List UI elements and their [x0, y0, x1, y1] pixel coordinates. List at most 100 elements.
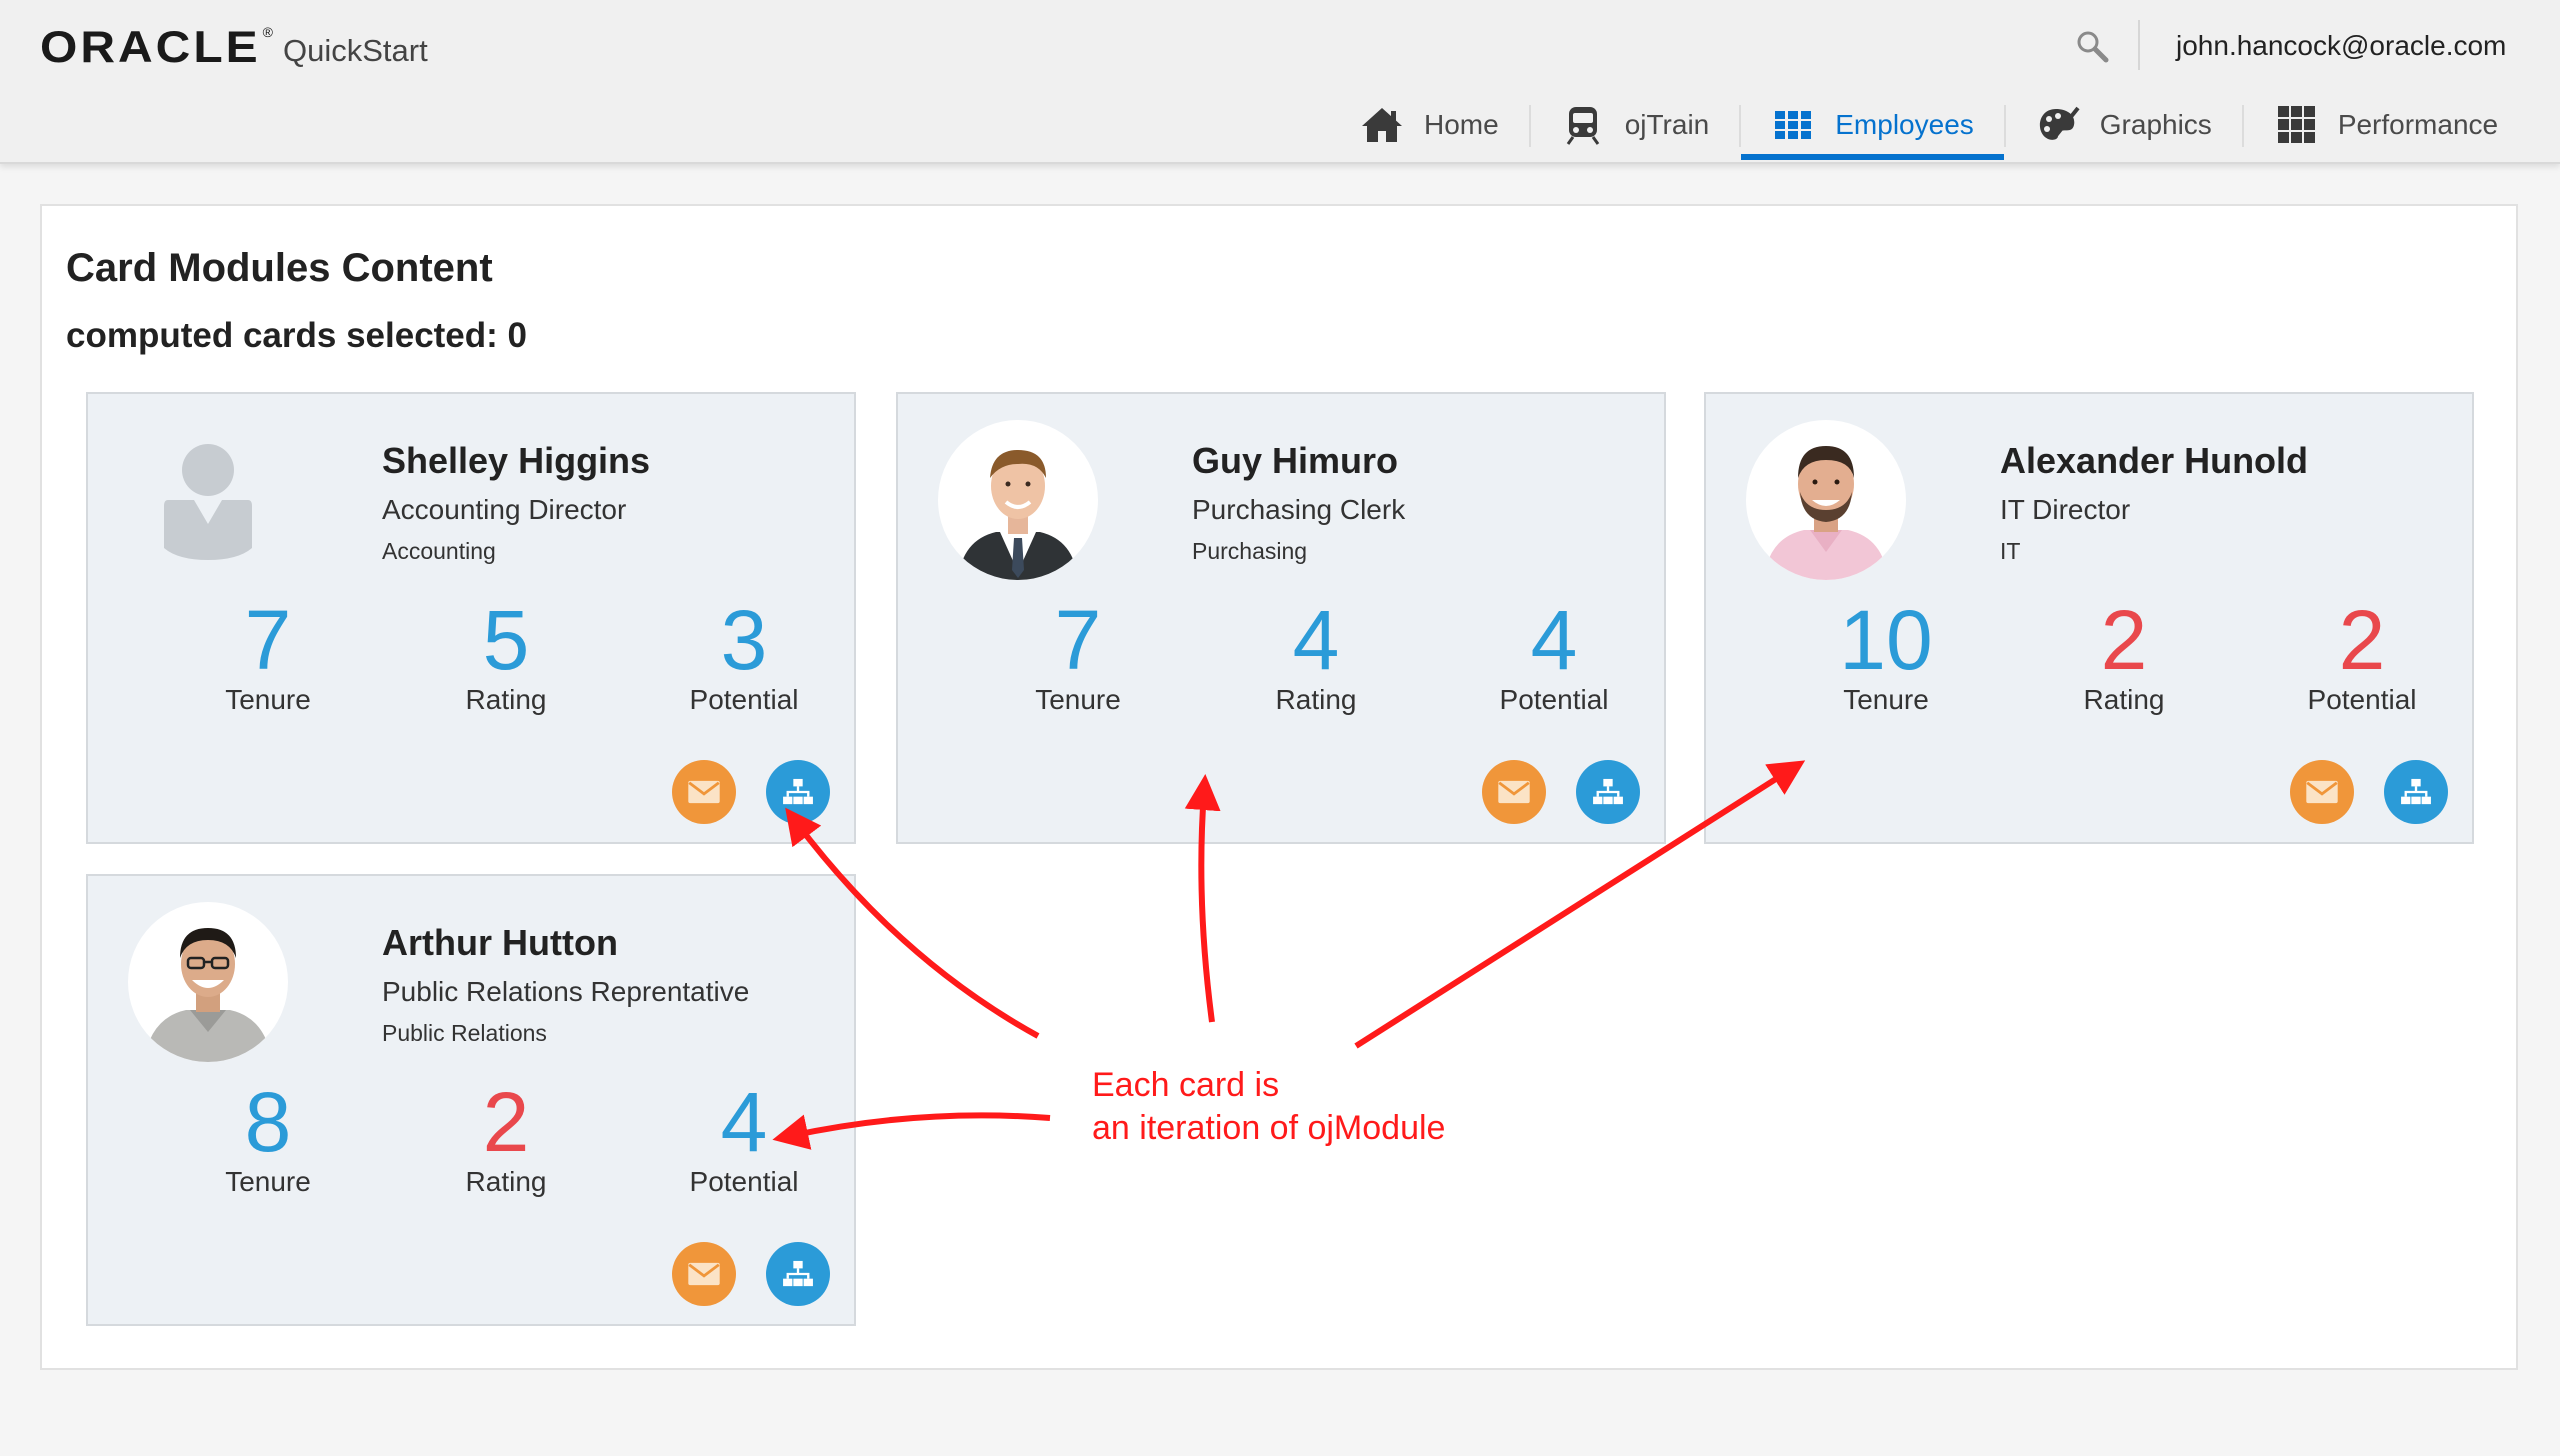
- metric-potential: 4 Potential: [1454, 594, 1654, 716]
- annotation-line-2: an iteration of ojModule: [1092, 1109, 1446, 1147]
- metric-value: 10: [1839, 593, 1933, 687]
- nav-ojtrain[interactable]: ojTrain: [1531, 96, 1740, 154]
- metric-value: 4: [1292, 593, 1340, 687]
- mail-icon: [1498, 780, 1530, 804]
- employee-photo: [128, 902, 288, 1062]
- org-chart-icon: [1593, 778, 1623, 805]
- employee-name: Guy Himuro: [1192, 440, 1399, 481]
- metric-potential: 3 Potential: [644, 594, 844, 716]
- annotation-note: Each card is an iteration of ojModule: [1092, 1064, 1445, 1150]
- metric-potential: 4 Potential: [644, 1076, 844, 1198]
- metric-potential: 2 Potential: [2262, 594, 2462, 716]
- mail-icon: [2306, 780, 2338, 804]
- mail-icon: [688, 780, 720, 804]
- nav-graphics-label: Graphics: [2099, 109, 2212, 140]
- employee-department: Public Relations: [382, 1020, 547, 1046]
- metric-tenure: 10 Tenure: [1786, 594, 1986, 716]
- search-icon[interactable]: [2074, 28, 2110, 64]
- metric-value: 2: [2100, 593, 2148, 687]
- metric-label: Rating: [2083, 684, 2165, 715]
- employee-name: Shelley Higgins: [382, 440, 651, 481]
- metric-label: Potential: [689, 684, 799, 715]
- org-chart-icon: [2401, 778, 2431, 805]
- employee-department: Purchasing: [1192, 538, 1308, 564]
- palette-icon: [2036, 105, 2080, 145]
- metric-label: Potential: [1499, 684, 1609, 715]
- metric-value: 8: [244, 1075, 292, 1169]
- email-button[interactable]: [1482, 760, 1546, 824]
- employee-card[interactable]: Alexander Hunold IT Director IT 10 Tenur…: [1704, 392, 2474, 844]
- metric-value: 7: [1054, 593, 1102, 687]
- employee-title: Purchasing Clerk: [1192, 494, 1406, 525]
- email-button[interactable]: [672, 760, 736, 824]
- nav-home[interactable]: Home: [1330, 96, 1529, 154]
- page-title: Card Modules Content: [66, 246, 493, 290]
- employee-name: Arthur Hutton: [382, 922, 618, 963]
- employee-department: Accounting: [382, 538, 496, 564]
- registered-mark: ®: [262, 24, 273, 40]
- placeholder-avatar: [128, 420, 288, 580]
- org-chart-button[interactable]: [1576, 760, 1640, 824]
- metric-label: Tenure: [1035, 684, 1121, 715]
- employee-title: IT Director: [2000, 494, 2131, 525]
- nav-employees[interactable]: Employees: [1741, 96, 2004, 160]
- nav-performance-label: Performance: [2337, 109, 2499, 140]
- metric-rating: 2 Rating: [406, 1076, 606, 1198]
- email-button[interactable]: [672, 1242, 736, 1306]
- brand-name: ORACLE: [40, 23, 261, 73]
- metric-value: 2: [482, 1075, 530, 1169]
- org-chart-icon: [783, 1260, 813, 1287]
- metric-value: 4: [720, 1075, 768, 1169]
- employee-card[interactable]: Shelley Higgins Accounting Director Acco…: [86, 392, 856, 844]
- nav-employees-label: Employees: [1835, 109, 1974, 140]
- employee-photo: [938, 420, 1098, 580]
- train-icon: [1561, 105, 1605, 145]
- employee-department: IT: [2000, 538, 2021, 564]
- metric-rating: 5 Rating: [406, 594, 606, 716]
- metric-rating: 2 Rating: [2024, 594, 2224, 716]
- employee-photo: [1746, 420, 1906, 580]
- metric-tenure: 8 Tenure: [168, 1076, 368, 1198]
- home-icon: [1360, 105, 1404, 145]
- metric-tenure: 7 Tenure: [168, 594, 368, 716]
- app-name: QuickStart: [283, 33, 428, 68]
- annotation-line-1: Each card is: [1092, 1066, 1280, 1104]
- selection-count: computed cards selected: 0: [66, 316, 527, 355]
- nav-performance[interactable]: Performance: [2244, 96, 2528, 154]
- metric-label: Tenure: [1843, 684, 1929, 715]
- app-header: ORACLE ® QuickStart john.hancock@oracle.…: [0, 0, 2560, 164]
- metric-value: 3: [720, 593, 768, 687]
- metric-value: 2: [2338, 593, 2386, 687]
- metric-label: Potential: [689, 1166, 799, 1197]
- main-nav: Home ojTrain Employees Graphics Performa…: [1330, 96, 2528, 162]
- metric-label: Tenure: [225, 1166, 311, 1197]
- nav-graphics[interactable]: Graphics: [2006, 96, 2242, 154]
- mail-icon: [688, 1262, 720, 1286]
- org-chart-icon: [783, 778, 813, 805]
- metric-rating: 4 Rating: [1216, 594, 1416, 716]
- employee-card[interactable]: Arthur Hutton Public Relations Reprentat…: [86, 874, 856, 1326]
- oracle-logo[interactable]: ORACLE ® QuickStart: [40, 18, 428, 73]
- metric-label: Rating: [465, 684, 547, 715]
- grid-icon: [1771, 105, 1815, 145]
- metric-label: Rating: [465, 1166, 547, 1197]
- metric-value: 5: [482, 593, 530, 687]
- nav-ojtrain-label: ojTrain: [1624, 109, 1710, 140]
- metric-label: Potential: [2307, 684, 2417, 715]
- metric-tenure: 7 Tenure: [978, 594, 1178, 716]
- email-button[interactable]: [2290, 760, 2354, 824]
- org-chart-button[interactable]: [766, 1242, 830, 1306]
- employee-title: Public Relations Reprentative: [382, 976, 750, 1007]
- employee-name: Alexander Hunold: [2000, 440, 2309, 481]
- metric-value: 7: [244, 593, 292, 687]
- metric-label: Rating: [1275, 684, 1357, 715]
- org-chart-button[interactable]: [2384, 760, 2448, 824]
- employee-card[interactable]: Guy Himuro Purchasing Clerk Purchasing 7…: [896, 392, 1666, 844]
- org-chart-button[interactable]: [766, 760, 830, 824]
- metric-label: Tenure: [225, 684, 311, 715]
- employee-title: Accounting Director: [382, 494, 627, 525]
- metric-value: 4: [1530, 593, 1578, 687]
- dashboard-grid-icon: [2274, 105, 2318, 145]
- user-menu[interactable]: john.hancock@oracle.com: [2176, 30, 2506, 62]
- nav-home-label: Home: [1424, 109, 1499, 140]
